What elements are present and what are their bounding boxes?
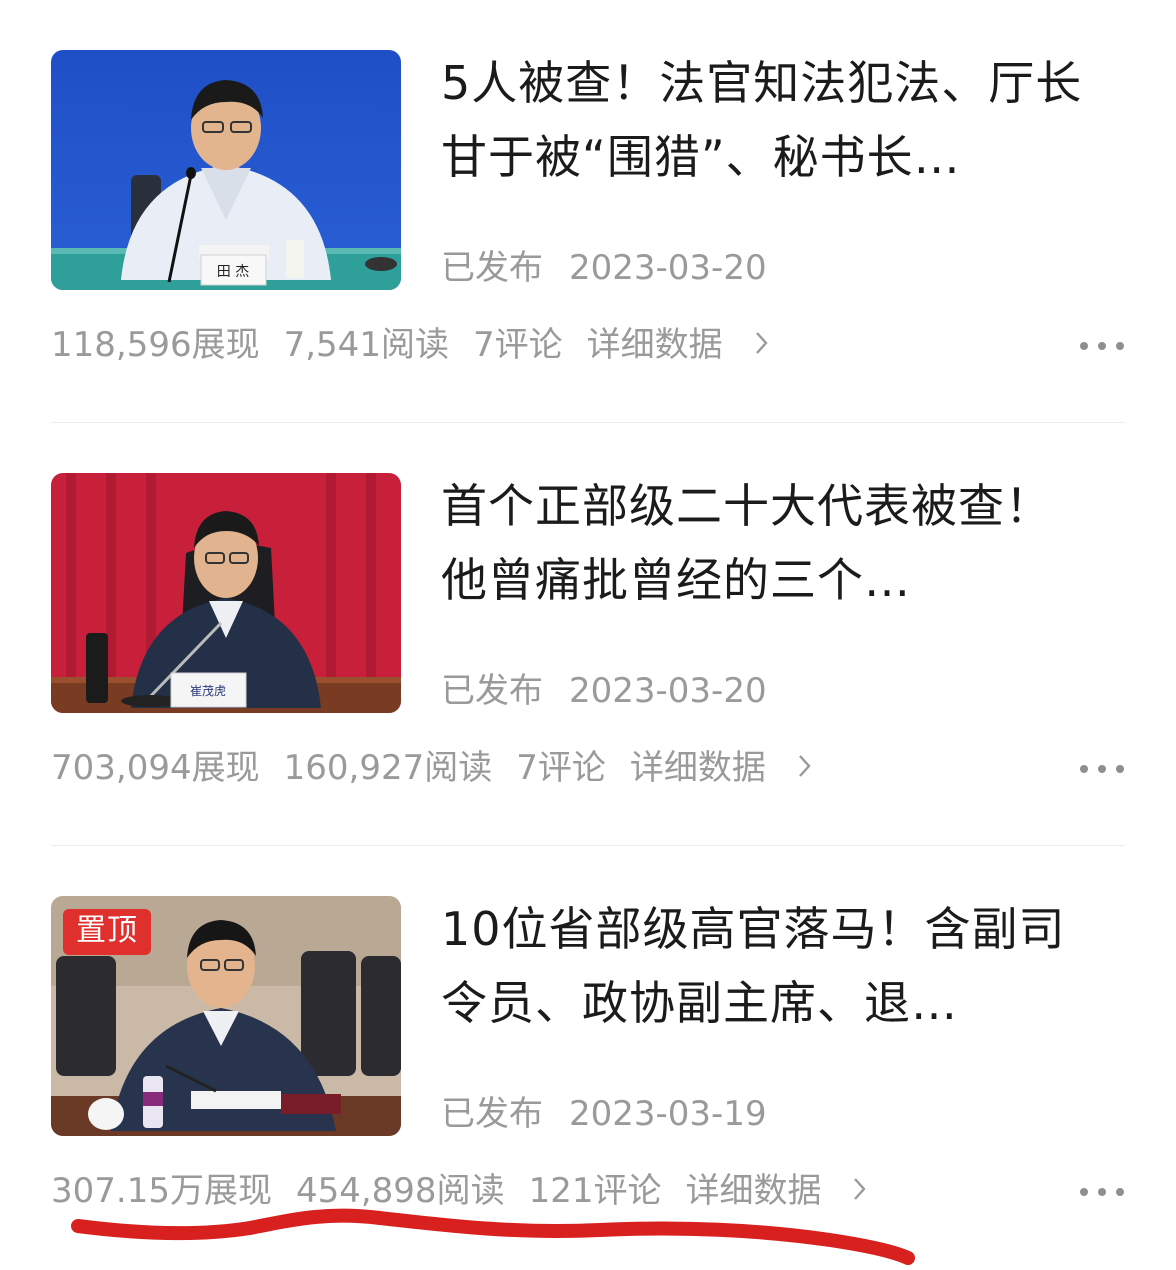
article-stats: 307.15万展现 454,898阅读 121评论 详细数据 [51, 1168, 867, 1214]
more-options-icon[interactable] [1080, 1184, 1124, 1200]
nameplate-text: 田 杰 [217, 264, 249, 280]
article-stats: 118,596展现 7,541阅读 7评论 详细数据 [51, 322, 769, 368]
nameplate-text: 崔茂虎 [190, 684, 226, 698]
comments-count: 7评论 [516, 748, 606, 788]
publish-info: 已发布 2023-03-20 [441, 669, 767, 713]
reads-count: 454,898阅读 [295, 1171, 505, 1211]
article-item[interactable]: 田 杰 5人被查！法官知法犯法、厅长甘于被“围猎”、秘书长… 已发布 2023-0… [0, 0, 1176, 424]
article-item[interactable]: 崔茂虎 首个正部级二十大代表被查！他曾痛批曾经的三个… 已发布 2023-03-2… [0, 423, 1176, 847]
reads-count: 160,927阅读 [283, 748, 493, 788]
detail-data-link[interactable]: 详细数据 [587, 325, 769, 365]
official-photo-image: 崔茂虎 [51, 473, 401, 713]
article-title[interactable]: 10位省部级高官落马！含副司令员、政协副主席、退… [441, 892, 1091, 1040]
impressions-count: 307.15万展现 [51, 1171, 272, 1211]
detail-data-link[interactable]: 详细数据 [630, 748, 812, 788]
publish-date: 2023-03-19 [569, 1094, 767, 1134]
chevron-right-icon [798, 755, 811, 777]
chevron-right-icon [755, 332, 768, 354]
more-options-icon[interactable] [1080, 338, 1124, 354]
detail-data-label: 详细数据 [586, 325, 723, 365]
article-title[interactable]: 首个正部级二十大代表被查！他曾痛批曾经的三个… [441, 469, 1091, 617]
detail-data-label: 详细数据 [629, 748, 766, 788]
comments-count: 121评论 [528, 1171, 662, 1211]
comments-count: 7评论 [472, 325, 563, 365]
publish-status: 已发布 [441, 1094, 543, 1134]
detail-data-label: 详细数据 [685, 1171, 822, 1211]
article-thumbnail[interactable]: 崔茂虎 [51, 473, 401, 713]
more-options-icon[interactable] [1080, 761, 1124, 777]
impressions-count: 703,094展现 [51, 748, 260, 788]
official-photo-image: 田 杰 [51, 50, 401, 290]
article-thumbnail[interactable]: 置顶 [51, 896, 401, 1136]
impressions-count: 118,596展现 [51, 325, 260, 365]
article-title[interactable]: 5人被查！法官知法犯法、厅长甘于被“围猎”、秘书长… [441, 46, 1091, 194]
publish-date: 2023-03-20 [569, 671, 767, 711]
detail-data-link[interactable]: 详细数据 [685, 1171, 867, 1211]
publish-status: 已发布 [441, 671, 543, 711]
article-thumbnail[interactable]: 田 杰 [51, 50, 401, 290]
publish-date: 2023-03-20 [569, 248, 767, 288]
publish-status: 已发布 [441, 248, 543, 288]
publish-info: 已发布 2023-03-20 [441, 246, 767, 290]
reads-count: 7,541阅读 [283, 325, 449, 365]
publish-info: 已发布 2023-03-19 [441, 1092, 767, 1136]
article-item[interactable]: 置顶 10位省部级高官落马！含副司令员、政协副主席、退… 已发布 2023-03-… [0, 846, 1176, 1270]
pinned-badge: 置顶 [63, 909, 151, 955]
chevron-right-icon [854, 1178, 867, 1200]
article-stats: 703,094展现 160,927阅读 7评论 详细数据 [51, 745, 812, 791]
